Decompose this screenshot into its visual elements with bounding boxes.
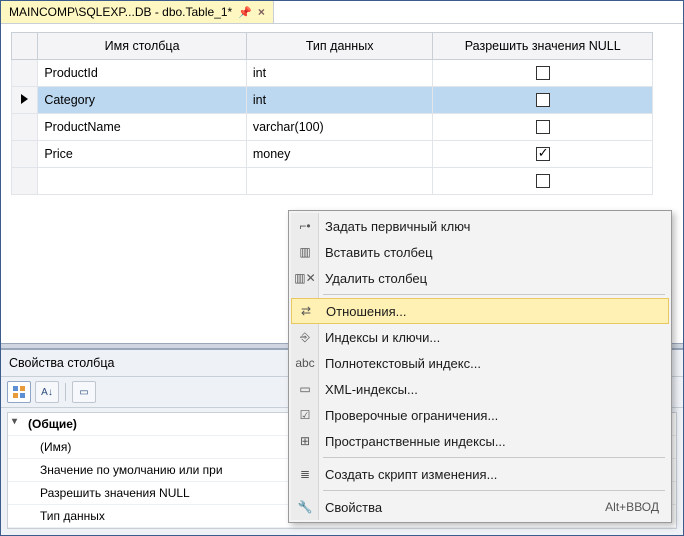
col-header-type[interactable]: Тип данных — [246, 33, 433, 60]
checkbox-icon[interactable] — [536, 93, 550, 107]
tab-title: MAINCOMP\SQLEXP...DB - dbo.Table_1* — [9, 5, 232, 19]
cell-data-type[interactable]: int — [246, 60, 433, 87]
insert-col-icon: ▥ — [296, 243, 314, 261]
table-row[interactable]: ProductNamevarchar(100) — [12, 114, 653, 141]
spatial-icon: ⊞ — [296, 432, 314, 450]
menu-item-properties[interactable]: 🔧 Свойства Alt+ВВОД — [291, 494, 669, 520]
menu-item-label: Создать скрипт изменения... — [325, 467, 497, 482]
menu-item-label: Индексы и ключи... — [325, 330, 440, 345]
col-header-name[interactable]: Имя столбца — [38, 33, 247, 60]
checkbox-icon[interactable] — [536, 147, 550, 161]
index-icon: ⎆ — [296, 328, 314, 346]
context-menu: ⌐• Задать первичный ключ ▥ Вставить столбец… — [288, 210, 672, 523]
cell-data-type[interactable]: money — [246, 141, 433, 168]
row-header[interactable] — [12, 60, 38, 87]
menu-item-set-pk[interactable]: ⌐• Задать первичный ключ — [291, 213, 669, 239]
row-header[interactable] — [12, 141, 38, 168]
row-header[interactable] — [12, 87, 38, 114]
columns-designer: Имя столбца Тип данных Разрешить значени… — [1, 24, 683, 195]
delete-col-icon: ▥✕ — [296, 269, 314, 287]
menu-separator — [323, 490, 665, 491]
cell-column-name[interactable]: Category — [38, 87, 247, 114]
cell-data-type[interactable]: varchar(100) — [246, 114, 433, 141]
row-header-blank — [12, 33, 38, 60]
menu-separator — [323, 294, 665, 295]
relation-icon: ⇄ — [297, 302, 315, 320]
menu-item-spatial[interactable]: ⊞ Пространственные индексы... — [291, 428, 669, 454]
cell-column-name[interactable]: Price — [38, 141, 247, 168]
menu-item-xml-idx[interactable]: ▭ XML-индексы... — [291, 376, 669, 402]
check-icon: ☑ — [296, 406, 314, 424]
menu-item-label: Полнотекстовый индекс... — [325, 356, 481, 371]
menu-item-label: Свойства — [325, 500, 382, 515]
cell-allow-nulls[interactable] — [433, 87, 653, 114]
close-icon[interactable]: × — [258, 5, 265, 19]
col-header-nulls[interactable]: Разрешить значения NULL — [433, 33, 653, 60]
menu-separator — [323, 457, 665, 458]
document-tab[interactable]: MAINCOMP\SQLEXP...DB - dbo.Table_1* 📌 × — [1, 1, 274, 23]
script-icon: ≣ — [296, 465, 314, 483]
menu-item-label: Удалить столбец — [325, 271, 427, 286]
menu-item-label: Задать первичный ключ — [325, 219, 470, 234]
menu-item-script[interactable]: ≣ Создать скрипт изменения... — [291, 461, 669, 487]
cell-column-name[interactable]: ProductId — [38, 60, 247, 87]
menu-item-label: Отношения... — [326, 304, 406, 319]
cell-allow-nulls[interactable] — [433, 114, 653, 141]
key-icon: ⌐• — [296, 217, 314, 235]
menu-item-relations[interactable]: ⇄ Отношения... — [291, 298, 669, 324]
cell-allow-nulls[interactable] — [433, 60, 653, 87]
menu-item-fulltext[interactable]: abc Полнотекстовый индекс... — [291, 350, 669, 376]
menu-item-delete-col[interactable]: ▥✕ Удалить столбец — [291, 265, 669, 291]
menu-item-check[interactable]: ☑ Проверочные ограничения... — [291, 402, 669, 428]
property-pages-button[interactable]: ▭ — [72, 381, 96, 403]
row-indicator-icon — [21, 94, 28, 104]
pin-icon[interactable]: 📌 — [238, 6, 252, 19]
table-row[interactable]: ProductIdint — [12, 60, 653, 87]
cell-allow-nulls[interactable] — [433, 141, 653, 168]
categorized-button[interactable] — [7, 381, 31, 403]
table-row-new[interactable] — [12, 168, 653, 195]
menu-item-label: XML-индексы... — [325, 382, 418, 397]
checkbox-icon[interactable] — [536, 174, 550, 188]
menu-item-insert-col[interactable]: ▥ Вставить столбец — [291, 239, 669, 265]
menu-item-label: Вставить столбец — [325, 245, 433, 260]
menu-item-shortcut: Alt+ВВОД — [605, 500, 659, 514]
row-header[interactable] — [12, 114, 38, 141]
tab-bar: MAINCOMP\SQLEXP...DB - dbo.Table_1* 📌 × — [1, 1, 683, 24]
menu-item-label: Пространственные индексы... — [325, 434, 506, 449]
xml-icon: ▭ — [296, 380, 314, 398]
fulltext-icon: abc — [296, 354, 314, 372]
cell-data-type[interactable]: int — [246, 87, 433, 114]
table-row[interactable]: Pricemoney — [12, 141, 653, 168]
checkbox-icon[interactable] — [536, 120, 550, 134]
columns-table[interactable]: Имя столбца Тип данных Разрешить значени… — [11, 32, 653, 195]
menu-item-indexes[interactable]: ⎆ Индексы и ключи... — [291, 324, 669, 350]
menu-item-label: Проверочные ограничения... — [325, 408, 498, 423]
alphabetical-button[interactable]: A↓ — [35, 381, 59, 403]
cell-column-name[interactable]: ProductName — [38, 114, 247, 141]
table-row[interactable]: Categoryint — [12, 87, 653, 114]
checkbox-icon[interactable] — [536, 66, 550, 80]
wrench-icon: 🔧 — [296, 498, 314, 516]
